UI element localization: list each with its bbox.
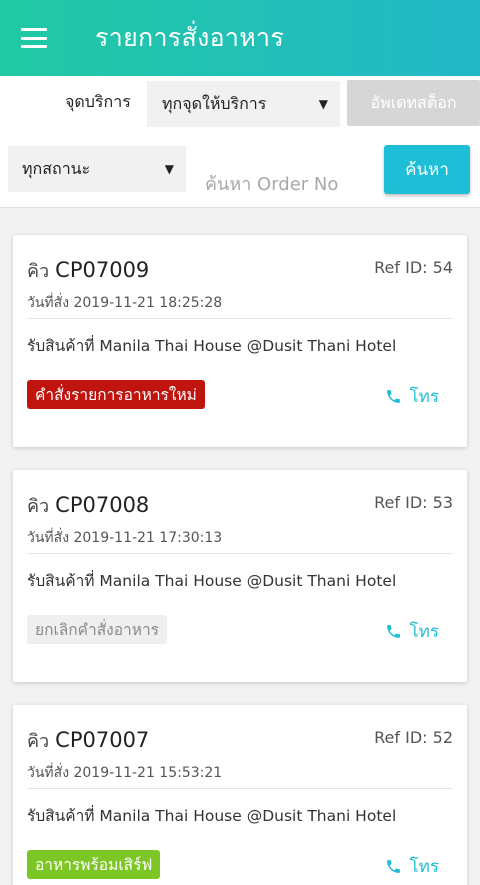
search-button[interactable]: ค้นหา: [384, 145, 470, 194]
queue-number: คิว CP07009: [27, 256, 149, 285]
status-select[interactable]: ทุกสถานะ ▼: [8, 146, 186, 192]
phone-icon: [386, 860, 400, 873]
divider: [27, 553, 453, 554]
queue-prefix: คิว: [27, 496, 50, 517]
pickup-location: รับสินค้าที่ Manila Thai House @Dusit Th…: [27, 807, 397, 825]
phone-icon: [386, 625, 400, 638]
phone-icon: [386, 390, 400, 403]
order-card[interactable]: คิว CP07008 Ref ID: 53 วันที่สั่ง 2019-1…: [13, 470, 467, 682]
divider: [27, 788, 453, 789]
call-button[interactable]: โทร: [385, 383, 439, 410]
status-badge: ยกเลิกคำสั่งอาหาร: [27, 615, 168, 644]
status-badge: คำสั่งรายการอาหารใหม่: [27, 380, 205, 409]
order-card[interactable]: คิว CP07007 Ref ID: 52 วันที่สั่ง 2019-1…: [13, 705, 467, 885]
queue-code: CP07008: [55, 493, 150, 517]
hamburger-menu-icon[interactable]: [21, 28, 47, 48]
pickup-location: รับสินค้าที่ Manila Thai House @Dusit Th…: [27, 337, 397, 355]
ref-id: Ref ID: 53: [374, 493, 453, 512]
call-label: โทร: [409, 387, 439, 407]
service-point-select-value: ทุกจุดให้บริการ: [162, 93, 267, 113]
order-date: วันที่สั่ง 2019-11-21 17:30:13: [27, 530, 223, 546]
queue-code: CP07009: [55, 258, 150, 282]
caret-down-icon: ▼: [318, 97, 328, 111]
page-title: รายการสั่งอาหาร: [95, 23, 285, 52]
pickup-location: รับสินค้าที่ Manila Thai House @Dusit Th…: [27, 572, 397, 590]
status-select-value: ทุกสถานะ: [22, 158, 91, 178]
order-date: วันที่สั่ง 2019-11-21 18:25:28: [27, 295, 223, 311]
queue-code: CP07007: [55, 728, 150, 752]
status-badge: อาหารพร้อมเสิร์ฟ: [27, 850, 161, 879]
service-point-label: จุดบริการ: [65, 92, 131, 111]
ref-id: Ref ID: 54: [374, 258, 453, 277]
order-search-input[interactable]: [205, 171, 375, 197]
filter-panel: จุดบริการ ทุกจุดให้บริการ ▼ อัพเดทสต็อก …: [0, 76, 480, 208]
queue-number: คิว CP07008: [27, 491, 149, 520]
call-button[interactable]: โทร: [385, 853, 439, 880]
queue-number: คิว CP07007: [27, 726, 149, 755]
order-date: วันที่สั่ง 2019-11-21 15:53:21: [27, 765, 223, 781]
call-label: โทร: [409, 857, 439, 877]
caret-down-icon: ▼: [164, 162, 174, 176]
queue-prefix: คิว: [27, 261, 50, 282]
update-stock-button[interactable]: อัพเดทสต็อก: [347, 80, 480, 126]
service-point-select[interactable]: ทุกจุดให้บริการ ▼: [147, 81, 340, 127]
call-label: โทร: [409, 622, 439, 642]
order-card[interactable]: คิว CP07009 Ref ID: 54 วันที่สั่ง 2019-1…: [13, 235, 467, 447]
app-bar: รายการสั่งอาหาร: [0, 0, 480, 76]
divider: [27, 318, 453, 319]
queue-prefix: คิว: [27, 731, 50, 752]
call-button[interactable]: โทร: [385, 618, 439, 645]
ref-id: Ref ID: 52: [374, 728, 453, 747]
